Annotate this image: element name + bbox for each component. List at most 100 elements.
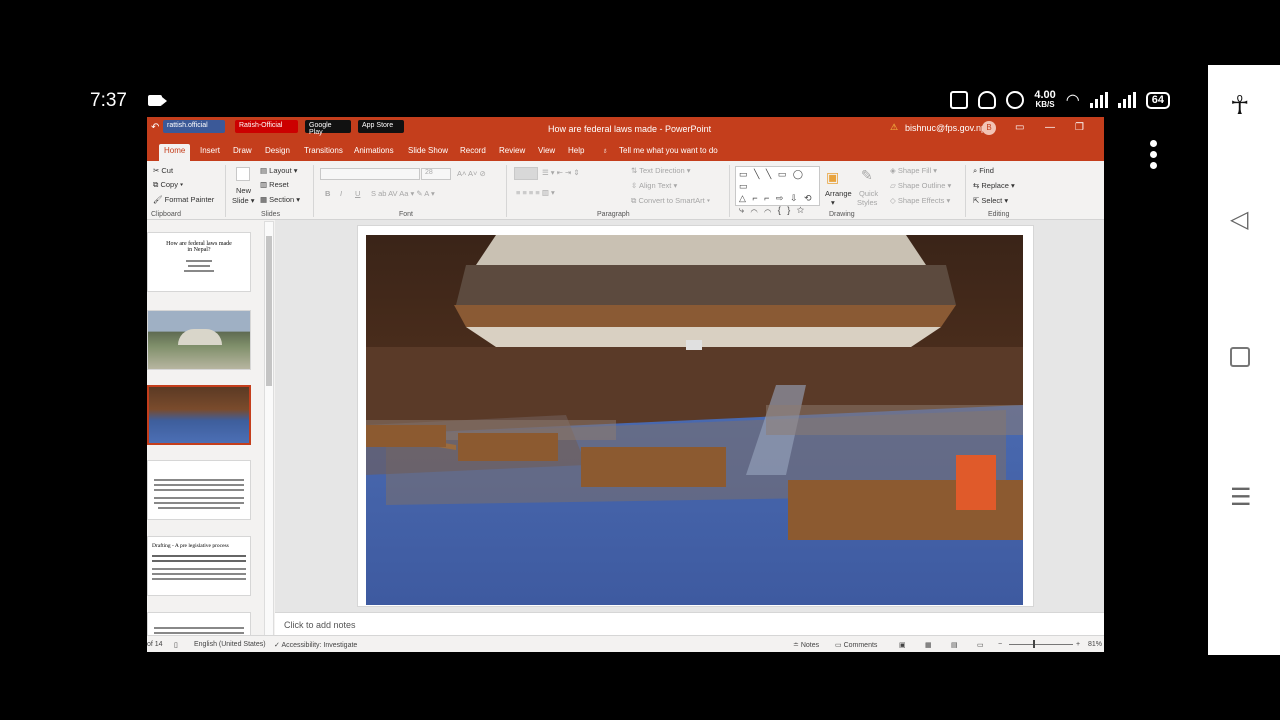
cast-icon xyxy=(950,91,969,109)
accessibility-icon[interactable]: ☥ xyxy=(1230,90,1249,121)
minimize-button[interactable]: — xyxy=(1045,122,1055,133)
comments-toggle[interactable]: ▭ Comments xyxy=(835,641,877,649)
maximize-button[interactable]: ❐ xyxy=(1075,122,1084,133)
shape-effects-button[interactable]: ◇ Shape Effects ▾ xyxy=(890,196,950,205)
cut-button[interactable]: ✂ Cut xyxy=(153,166,173,175)
arrange-icon[interactable]: ▣ xyxy=(826,169,839,186)
arrange-button[interactable]: Arrange xyxy=(825,189,852,198)
reading-view-button[interactable]: ▤ xyxy=(951,641,958,649)
numbering-button[interactable]: ☰ ▾ ⇤ ⇥ ⇕ xyxy=(542,168,580,177)
convert-smartart-button[interactable]: ⧉ Convert to SmartArt ▾ xyxy=(631,196,710,206)
new-slide-button[interactable]: New xyxy=(236,186,251,195)
align-text-button[interactable]: ⇳ Align Text ▾ xyxy=(631,181,677,190)
layout-button[interactable]: ▤ Layout ▾ xyxy=(260,166,298,175)
slide-thumbnail-5[interactable]: Drafting - A pre legislative process xyxy=(147,536,251,596)
battery-indicator: 64 xyxy=(1145,91,1170,109)
replace-button[interactable]: ⇆ Replace ▾ xyxy=(973,181,1015,190)
notes-toggle[interactable]: ≐ Notes xyxy=(793,641,819,649)
slide-5-title: Drafting - A pre legislative process xyxy=(152,543,229,549)
font-size-box[interactable]: 28 xyxy=(421,168,451,180)
tell-me-search[interactable]: Tell me what you want to do xyxy=(619,146,718,155)
grow-font-icon[interactable]: A˄ A˅ ⊘ xyxy=(457,169,486,178)
new-slide-label[interactable]: Slide ▾ xyxy=(232,196,255,205)
slide-counter: of 14 xyxy=(147,641,163,648)
bullets-button[interactable] xyxy=(514,167,538,180)
shapes-gallery[interactable]: ▭ ╲ ╲ ▭ ◯ ▭ △ ⌐ ⌐ ⇨ ⇩ ⟲ ⤷ ⌒ ⌒ { } ☆ xyxy=(735,166,820,215)
more-options-icon[interactable] xyxy=(1150,140,1160,173)
current-slide[interactable] xyxy=(357,225,1034,607)
text-direction-button[interactable]: ⇅ Text Direction ▾ xyxy=(631,166,691,175)
tab-view[interactable]: View xyxy=(538,146,555,155)
quick-styles-icon[interactable]: ✎ xyxy=(861,167,873,184)
powerpoint-window: ↶ rattish.official Ratish-Official Googl… xyxy=(147,117,1104,652)
tab-transitions[interactable]: Transitions xyxy=(304,146,343,155)
copy-button[interactable]: ⧉ Copy ▾ xyxy=(153,180,183,190)
android-side-panel: ☥ ◁ ☰ xyxy=(1208,65,1280,655)
clock: 7:37 xyxy=(90,90,127,111)
section-button[interactable]: ▦ Section ▾ xyxy=(260,195,300,204)
quick-styles-label[interactable]: Styles xyxy=(857,198,877,207)
ribbon-display-icon[interactable]: ▭ xyxy=(1015,122,1024,133)
thumbnail-scrollbar[interactable] xyxy=(264,221,274,636)
tab-insert[interactable]: Insert xyxy=(200,146,220,155)
notes-pane[interactable]: Click to add notes xyxy=(275,612,1104,635)
drawing-label: Drawing xyxy=(829,211,855,218)
zoom-in-button[interactable]: + xyxy=(1076,641,1080,648)
tab-design[interactable]: Design xyxy=(265,146,290,155)
tab-home[interactable]: Home xyxy=(159,144,191,161)
notes-placeholder: Click to add notes xyxy=(284,620,356,630)
reset-button[interactable]: ▥ Reset xyxy=(260,180,289,189)
parliament-building-image xyxy=(178,329,222,345)
status-bar: of 14 ▯ English (United States) ✓ Access… xyxy=(147,635,1104,652)
shape-outline-button[interactable]: ▱ Shape Outline ▾ xyxy=(890,181,951,190)
tab-record[interactable]: Record xyxy=(460,146,486,155)
slide-thumbnail-4[interactable] xyxy=(147,460,251,520)
slide-sorter-button[interactable]: ▦ xyxy=(925,641,932,649)
spelling-icon[interactable]: ▯ xyxy=(174,641,178,649)
slide-thumbnail-1[interactable]: How are federal laws made in Nepal? xyxy=(147,232,251,292)
bold-button[interactable]: B xyxy=(325,189,330,198)
zoom-slider-thumb[interactable] xyxy=(1033,640,1035,648)
shadow-button[interactable]: S ab AV Aa ▾ ✎ A ▾ xyxy=(371,189,435,198)
align-buttons[interactable]: ≡ ≡ ≡ ≡ ▥ ▾ xyxy=(516,188,555,197)
wifi-icon: ◠ xyxy=(1065,92,1080,109)
network-speed: 4.00 KB/S xyxy=(1034,89,1056,110)
font-name-box[interactable] xyxy=(320,168,420,180)
avatar[interactable]: B xyxy=(982,121,996,135)
arrange-dropdown-icon[interactable]: ▾ xyxy=(831,198,835,207)
back-icon[interactable]: ◁ xyxy=(1230,205,1248,234)
signal-icon-2 xyxy=(1117,92,1136,108)
format-painter-button[interactable]: 🖌 Format Painter xyxy=(153,195,214,204)
tab-animations[interactable]: Animations xyxy=(354,146,394,155)
ribbon-tabs: Home Insert Draw Design Transitions Anim… xyxy=(147,142,1104,161)
recents-icon[interactable]: ☰ xyxy=(1230,483,1252,512)
paragraph-label: Paragraph xyxy=(597,211,630,218)
home-icon[interactable] xyxy=(1230,347,1250,367)
slideshow-button[interactable]: ▭ xyxy=(977,641,984,649)
slide-thumbnail-3[interactable] xyxy=(147,385,251,445)
accessibility-status[interactable]: ✓ Accessibility: Investigate xyxy=(274,641,357,649)
zoom-slider[interactable] xyxy=(1009,644,1073,645)
zoom-level[interactable]: 81% xyxy=(1088,641,1102,648)
user-email[interactable]: bishnuc@fps.gov.np xyxy=(905,123,986,133)
slide-thumbnail-2[interactable] xyxy=(147,310,251,370)
shape-fill-button[interactable]: ◈ Shape Fill ▾ xyxy=(890,166,937,175)
editing-label: Editing xyxy=(988,211,1010,218)
tab-review[interactable]: Review xyxy=(499,146,525,155)
quick-styles-button[interactable]: Quick xyxy=(859,189,878,198)
language-status[interactable]: English (United States) xyxy=(194,641,266,648)
font-label: Font xyxy=(399,211,414,218)
new-slide-icon[interactable] xyxy=(236,167,250,181)
select-button[interactable]: ⇱ Select ▾ xyxy=(973,196,1008,205)
find-button[interactable]: ⌕ Find xyxy=(973,166,994,176)
underline-button[interactable]: U xyxy=(355,189,360,198)
tab-help[interactable]: Help xyxy=(568,146,584,155)
document-title: How are federal laws made - PowerPoint xyxy=(548,124,712,134)
zoom-out-button[interactable]: − xyxy=(998,641,1002,648)
italic-button[interactable]: I xyxy=(340,189,342,198)
youtube-badge: Ratish-Official xyxy=(235,120,298,133)
tab-draw[interactable]: Draw xyxy=(233,146,252,155)
tab-slide-show[interactable]: Slide Show xyxy=(408,146,448,155)
undo-icon[interactable]: ↶ xyxy=(151,122,159,133)
normal-view-button[interactable]: ▣ xyxy=(899,641,906,649)
